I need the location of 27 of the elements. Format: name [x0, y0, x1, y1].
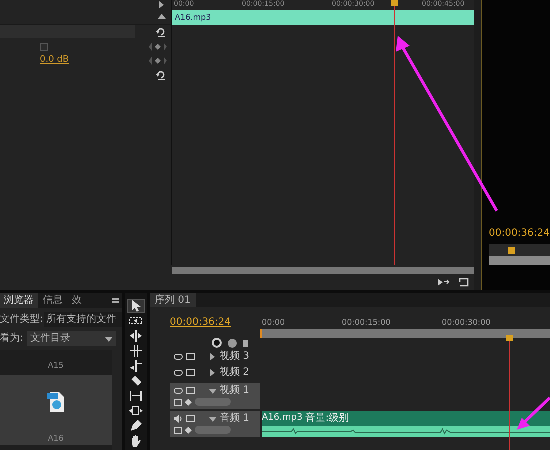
media-name: A16	[48, 433, 64, 445]
sequence-timecode: 00:00:36:24	[170, 316, 232, 330]
ruler-label: 00:00	[262, 317, 286, 329]
track-header[interactable]: 视频 2	[170, 365, 260, 381]
track-header[interactable]: 音频 1	[170, 411, 260, 437]
clip-effect[interactable]: 音量:级别	[306, 411, 350, 426]
ruler-label: 00:00:30:00	[442, 317, 491, 329]
audio-clip[interactable]: A16.mp3	[172, 10, 474, 25]
track-header[interactable]: 视频 3	[170, 349, 260, 365]
media-thumbnail[interactable]: A16	[0, 375, 112, 445]
track-header[interactable]: 视频 1	[170, 383, 260, 409]
clip-name: A16.mp3	[262, 412, 303, 425]
field-label: 文件类型:	[0, 312, 44, 327]
track-name: 视频 1	[220, 384, 250, 396]
track-name: 视频 3	[220, 350, 250, 362]
media-name: A15	[48, 360, 64, 372]
level-value[interactable]: 0.0 dB	[40, 54, 70, 68]
field-label: 看为:	[0, 332, 24, 346]
track-name: 音频 1	[220, 412, 250, 424]
panel-tab[interactable]: 浏览器	[0, 293, 38, 308]
program-timecode: 00:00:36:24	[488, 227, 550, 241]
file-type-field[interactable]: 所有支持的文件	[44, 312, 122, 327]
track-name: 视频 2	[220, 366, 250, 378]
audio-clip[interactable]: A16.mp3 音量:级别	[262, 411, 550, 437]
sequence-tab[interactable]: 序列 01	[150, 293, 196, 307]
ruler-label: 00:00:15:00	[342, 317, 391, 329]
view-as-dropdown[interactable]: 文件目录	[27, 331, 116, 346]
